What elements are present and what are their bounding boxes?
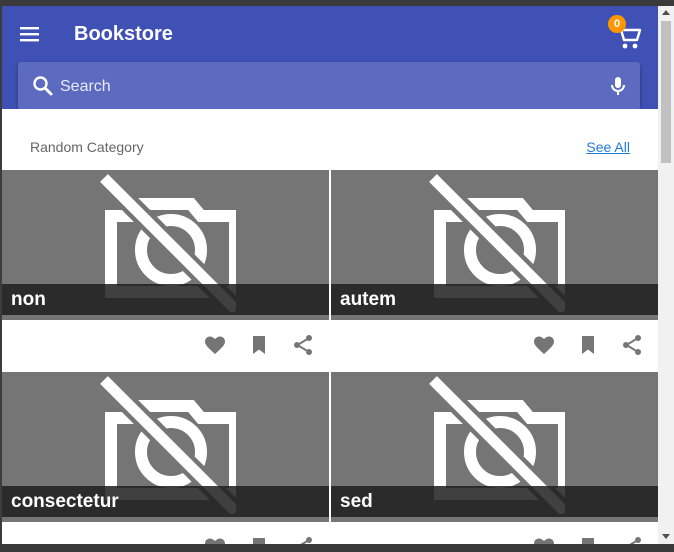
- category-header: Random Category See All: [2, 109, 658, 169]
- app-viewport: Bookstore 0 Random: [2, 6, 658, 544]
- menu-icon: [20, 27, 39, 42]
- bookmark-icon[interactable]: [247, 535, 271, 544]
- share-icon[interactable]: [620, 333, 644, 357]
- book-title: non: [2, 284, 329, 315]
- mic-icon: [611, 77, 625, 95]
- book-title: consectetur: [2, 486, 329, 517]
- book-card[interactable]: non: [2, 170, 329, 370]
- scrollbar-thumb[interactable]: [661, 21, 671, 163]
- card-actions: [331, 522, 658, 544]
- app-bar: Bookstore 0: [2, 6, 658, 110]
- share-icon[interactable]: [291, 333, 315, 357]
- bookmark-icon[interactable]: [576, 535, 600, 544]
- book-card[interactable]: sed: [331, 372, 658, 544]
- scroll-down-arrow-icon[interactable]: [662, 534, 670, 539]
- app-title: Bookstore: [74, 23, 173, 45]
- heart-icon[interactable]: [532, 535, 556, 544]
- card-actions: [331, 320, 658, 370]
- voice-search-button[interactable]: [606, 74, 630, 98]
- bookmark-icon[interactable]: [576, 333, 600, 357]
- card-actions: [2, 320, 329, 370]
- book-cover: autem: [331, 170, 658, 320]
- category-title: Random Category: [30, 139, 144, 155]
- scroll-up-arrow-icon[interactable]: [662, 10, 670, 15]
- book-card[interactable]: autem: [331, 170, 658, 370]
- heart-icon[interactable]: [203, 535, 227, 544]
- heart-icon[interactable]: [203, 333, 227, 357]
- cart-count-badge: 0: [608, 15, 626, 33]
- book-cover: consectetur: [2, 372, 329, 522]
- share-icon[interactable]: [291, 535, 315, 544]
- book-title: autem: [331, 284, 658, 315]
- window-bottom-border: [0, 544, 674, 552]
- menu-button[interactable]: [14, 20, 46, 48]
- see-all-link[interactable]: See All: [586, 139, 630, 155]
- heart-icon[interactable]: [532, 333, 556, 357]
- book-cover: non: [2, 170, 329, 320]
- vertical-scrollbar[interactable]: [658, 6, 674, 544]
- search-input[interactable]: [58, 74, 602, 100]
- book-cover: sed: [331, 372, 658, 522]
- card-actions: [2, 522, 329, 544]
- search-icon: [33, 76, 53, 96]
- book-title: sed: [331, 486, 658, 517]
- book-card[interactable]: consectetur: [2, 372, 329, 544]
- share-icon[interactable]: [620, 535, 644, 544]
- search-bar: [18, 62, 640, 110]
- bookmark-icon[interactable]: [247, 333, 271, 357]
